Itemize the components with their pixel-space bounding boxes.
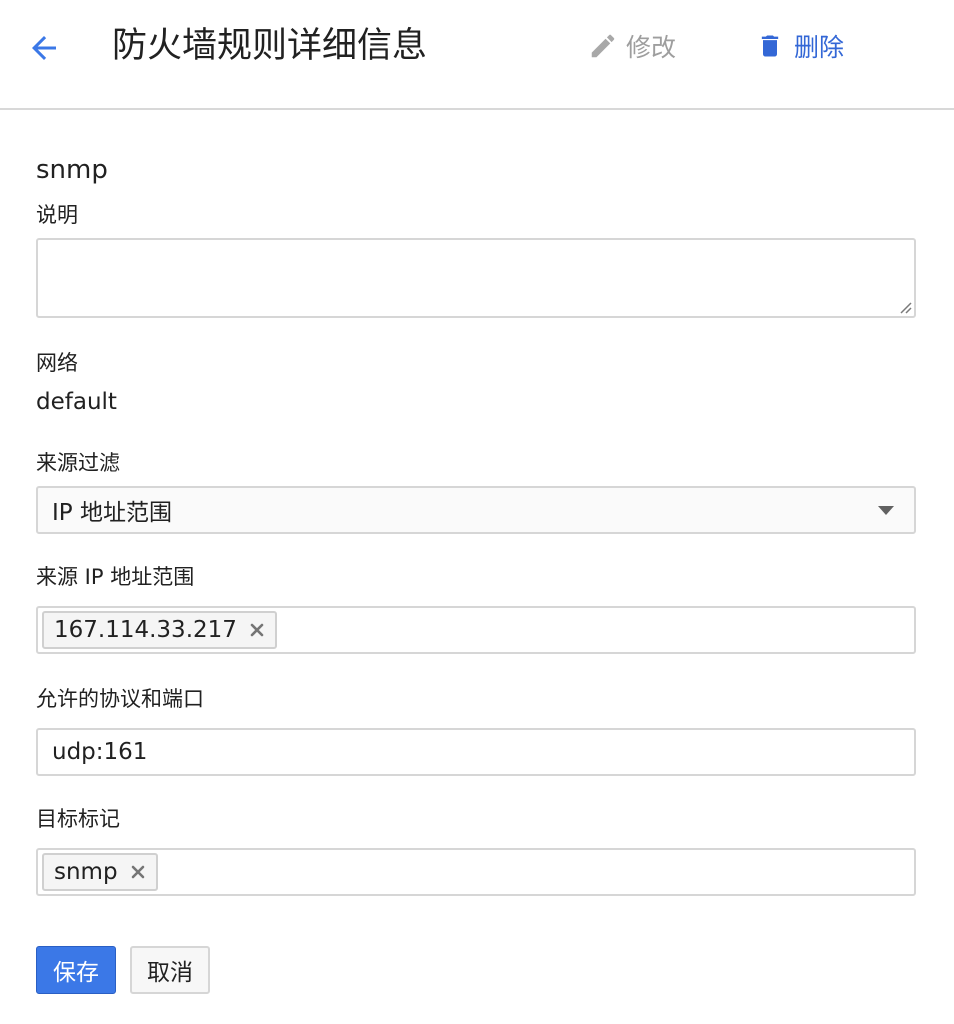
network-value: default (36, 389, 117, 415)
edit-button-label: 修改 (626, 33, 677, 62)
network-label: 网络 (36, 351, 78, 375)
page-header: 防火墙规则详细信息 修改 删除 (0, 0, 954, 110)
delete-button[interactable]: 删除 (756, 26, 844, 66)
edit-button[interactable]: 修改 (588, 26, 676, 66)
save-button[interactable]: 保存 (36, 946, 116, 994)
triangle-down-icon (878, 506, 894, 515)
ip-chip: 167.114.33.217 (42, 611, 277, 649)
close-icon[interactable] (128, 862, 148, 882)
source-filter-label: 来源过滤 (36, 451, 120, 475)
protocols-label: 允许的协议和端口 (36, 687, 204, 711)
delete-button-label: 删除 (794, 33, 845, 62)
source-ip-label: 来源 IP 地址范围 (36, 565, 195, 589)
arrow-left-icon (26, 30, 62, 70)
close-icon[interactable] (247, 620, 267, 640)
resize-handle-icon[interactable] (898, 300, 912, 314)
cancel-button[interactable]: 取消 (130, 946, 210, 994)
protocols-input[interactable] (36, 728, 916, 776)
rule-name: snmp (36, 155, 108, 185)
description-label: 说明 (36, 203, 78, 227)
page-title: 防火墙规则详细信息 (112, 26, 428, 66)
trash-icon (756, 31, 784, 61)
tag-chip-label: snmp (54, 859, 118, 885)
ip-chip-label: 167.114.33.217 (54, 617, 237, 643)
target-tags-input[interactable]: snmp (36, 848, 916, 896)
description-textarea[interactable] (36, 238, 916, 318)
pencil-icon (588, 31, 618, 61)
source-filter-selected: IP 地址范围 (52, 500, 172, 526)
target-tags-label: 目标标记 (36, 807, 120, 831)
source-ip-input[interactable]: 167.114.33.217 (36, 606, 916, 654)
source-filter-select[interactable]: IP 地址范围 (36, 486, 916, 534)
tag-chip: snmp (42, 853, 158, 891)
back-button[interactable] (22, 28, 66, 72)
